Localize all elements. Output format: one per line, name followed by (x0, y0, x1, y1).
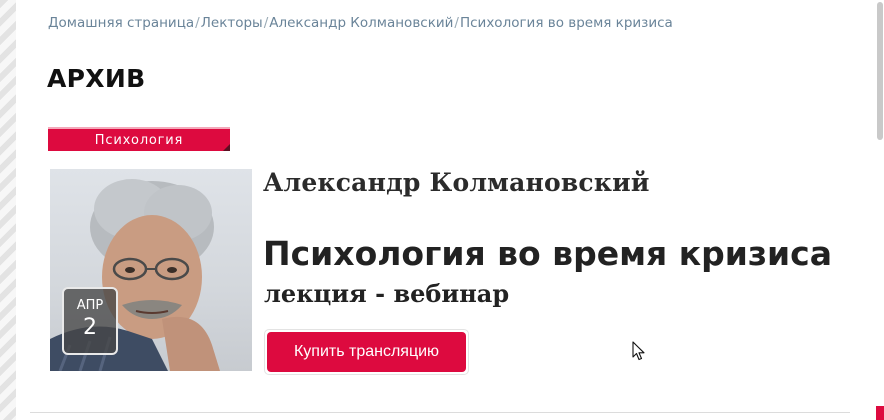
scrollbar-accent-marker (876, 406, 884, 420)
event-title[interactable]: Психология во время кризиса (263, 234, 832, 273)
breadcrumb-separator: / (195, 15, 200, 31)
scrollbar-thumb[interactable] (877, 2, 883, 140)
decorative-left-stripe (0, 0, 16, 420)
breadcrumb-item-lecturers[interactable]: Лекторы (201, 15, 263, 31)
buy-broadcast-label: Купить трансляцию (267, 332, 466, 372)
tag-corner-fold (223, 144, 230, 151)
mouse-pointer-icon (632, 341, 645, 361)
breadcrumb-item-author[interactable]: Александр Колмановский (269, 15, 453, 31)
breadcrumb-separator: / (454, 15, 459, 31)
breadcrumb-separator: / (263, 15, 269, 31)
category-tag[interactable]: Психология (48, 127, 230, 151)
event-subtitle: лекция - вебинар (264, 279, 510, 308)
author-name[interactable]: Александр Колмановский (263, 168, 650, 197)
date-day: 2 (83, 315, 97, 340)
date-month: АПР (76, 298, 104, 313)
category-tag-label: Психология (94, 133, 184, 148)
breadcrumb: Домашняя страница/Лекторы/Александр Колм… (48, 15, 673, 31)
date-badge: АПР 2 (62, 287, 118, 355)
breadcrumb-item-home[interactable]: Домашняя страница (48, 15, 194, 31)
page-scrollbar[interactable] (876, 0, 884, 420)
page-title: АРХИВ (47, 64, 146, 93)
section-divider (30, 412, 850, 413)
buy-broadcast-button[interactable]: Купить трансляцию (264, 329, 469, 375)
breadcrumb-item-current[interactable]: Психология во время кризиса (460, 15, 673, 31)
